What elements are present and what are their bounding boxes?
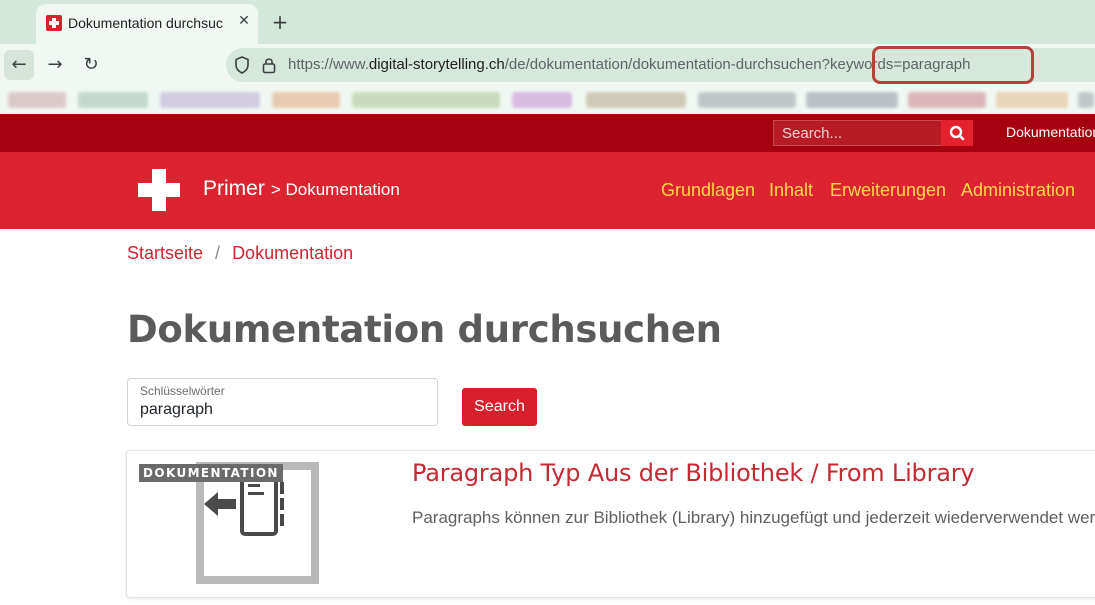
page-favicon-icon: [46, 15, 62, 31]
bookmark-item[interactable]: [698, 92, 796, 108]
nav-item-inhalt[interactable]: Inhalt: [769, 180, 813, 201]
site-search-input[interactable]: [773, 120, 941, 146]
forward-arrow-icon[interactable]: →: [40, 50, 70, 80]
bookmark-item[interactable]: [1078, 92, 1094, 108]
swiss-cross-logo-icon[interactable]: [138, 169, 180, 211]
bookmark-item[interactable]: [908, 92, 986, 108]
brand-name: Primer: [203, 177, 265, 200]
bookmark-item[interactable]: [160, 92, 260, 108]
bookmark-item[interactable]: [8, 92, 66, 108]
bookmark-item[interactable]: [512, 92, 572, 108]
nav-item-erweiterungen[interactable]: Erweiterungen: [830, 180, 946, 201]
nav-item-administration[interactable]: Administration: [961, 180, 1075, 201]
result-title-link[interactable]: Paragraph Typ Aus der Bibliothek / From …: [412, 459, 975, 487]
tab-title: Dokumentation durchsuc: [68, 15, 223, 31]
result-thumbnail-inner: [204, 470, 311, 576]
page-title: Dokumentation durchsuchen: [127, 308, 722, 351]
site-search: [773, 120, 973, 146]
breadcrumb-dokumentation[interactable]: Dokumentation: [232, 243, 353, 263]
bookmarks-bar: [0, 86, 1095, 114]
site-search-button[interactable]: [941, 120, 973, 146]
shield-icon[interactable]: [234, 56, 250, 74]
url-host: digital-storytelling.ch: [368, 56, 505, 73]
result-description: Paragraphs können zur Bibliothek (Librar…: [412, 508, 1095, 527]
search-icon: [949, 125, 965, 141]
keywords-label: Schlüsselwörter: [140, 384, 225, 398]
bookmark-item[interactable]: [352, 92, 500, 108]
url-scheme: https://www.: [288, 56, 369, 73]
bookmark-item[interactable]: [78, 92, 148, 108]
result-badge: DOKUMENTATION: [139, 464, 283, 482]
lock-icon[interactable]: [262, 56, 276, 74]
keywords-input[interactable]: [140, 401, 430, 419]
breadcrumb-separator: /: [215, 243, 221, 263]
bookmark-item[interactable]: [586, 92, 686, 108]
search-submit-button[interactable]: Search: [462, 388, 537, 426]
back-arrow-icon[interactable]: ←: [4, 50, 34, 80]
bookmark-item[interactable]: [272, 92, 340, 108]
new-tab-button[interactable]: +: [268, 10, 292, 34]
nav-item-grundlagen[interactable]: Grundlagen: [661, 180, 755, 201]
topbar-link-dokumentation[interactable]: Dokumentation: [1006, 124, 1095, 140]
brand[interactable]: Primer > Dokumentation: [203, 177, 400, 201]
tab-close-icon[interactable]: ✕: [236, 12, 252, 30]
browser-tab-bar: Dokumentation durchsuc ✕ +: [0, 0, 1095, 44]
bookmark-item[interactable]: [806, 92, 898, 108]
url-text[interactable]: https://www.digital-storytelling.ch/de/d…: [288, 56, 970, 73]
keywords-field[interactable]: Schlüsselwörter: [127, 378, 438, 426]
breadcrumb-startseite[interactable]: Startseite: [127, 243, 203, 263]
bookmark-item[interactable]: [996, 92, 1068, 108]
brand-section: > Dokumentation: [270, 180, 400, 199]
breadcrumb: Startseite / Dokumentation: [127, 243, 353, 264]
browser-tab[interactable]: Dokumentation durchsuc ✕: [36, 4, 258, 44]
reload-icon[interactable]: ↻: [76, 50, 106, 80]
url-query-highlight: [872, 46, 1034, 84]
